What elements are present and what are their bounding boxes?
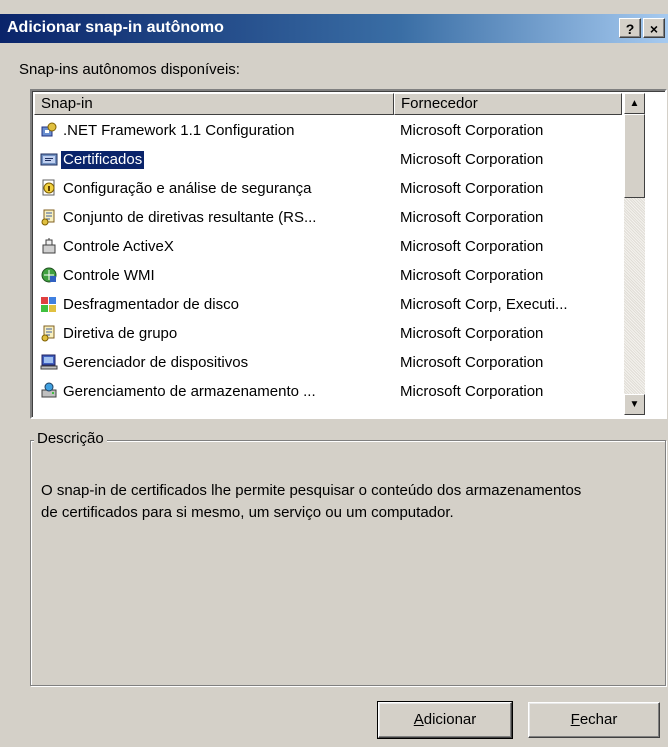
- activex-icon: [40, 237, 58, 255]
- arrow-up-icon: ▲: [629, 98, 640, 109]
- group-policy-icon: [40, 324, 58, 342]
- list-item[interactable]: Desfragmentador de disco Microsoft Corp, …: [34, 291, 622, 320]
- close-accel: F: [570, 711, 580, 728]
- add-label: dicionar: [423, 711, 477, 728]
- help-icon: ?: [625, 21, 635, 37]
- add-button[interactable]: Adicionar: [377, 701, 513, 739]
- list-item[interactable]: Gerenciador de dispositivos Microsoft Cor…: [34, 349, 622, 378]
- title-bar[interactable]: Adicionar snap-in autônomo ? ×: [0, 14, 668, 43]
- scroll-thumb[interactable]: [624, 114, 645, 198]
- storage-management-icon: [40, 382, 58, 400]
- snapin-name: .NET Framework 1.1 Configuration: [63, 122, 295, 139]
- snapin-vendor: Microsoft Corp, Executi...: [400, 296, 568, 313]
- snapin-name: Gerenciamento de armazenamento ...: [63, 383, 316, 400]
- arrow-down-icon: ▼: [629, 399, 640, 410]
- snapin-name: Gerenciador de dispositivos: [63, 354, 249, 371]
- snapin-name: Desfragmentador de disco: [63, 296, 239, 313]
- dotnet-config-icon: [40, 121, 58, 139]
- snapin-vendor: Microsoft Corporation: [400, 238, 544, 255]
- list-item[interactable]: .NET Framework 1.1 Configuration Microsof…: [34, 117, 622, 146]
- snapin-vendor: Microsoft Corporation: [400, 354, 544, 371]
- column-header-snapin[interactable]: Snap-in: [34, 93, 394, 115]
- snapin-vendor: Microsoft Corporation: [400, 180, 544, 197]
- certificates-icon: [40, 150, 58, 168]
- close-icon: ×: [649, 21, 659, 37]
- security-analysis-icon: [40, 179, 58, 197]
- snapin-vendor: Microsoft Corporation: [400, 151, 544, 168]
- add-standalone-snapin-dialog: Adicionar snap-in autônomo ? × Snap-ins …: [0, 0, 668, 747]
- snapin-name: Controle ActiveX: [63, 238, 174, 255]
- description-label: Descrição: [34, 430, 107, 447]
- snapin-vendor: Microsoft Corporation: [400, 383, 544, 400]
- help-button[interactable]: ?: [619, 18, 641, 38]
- snapin-vendor: Microsoft Corporation: [400, 209, 544, 226]
- window-title: Adicionar snap-in autônomo: [7, 19, 224, 36]
- list-item[interactable]: Controle WMI Microsoft Corporation: [34, 262, 622, 291]
- close-window-button[interactable]: ×: [643, 18, 665, 38]
- snapin-name: Diretiva de grupo: [63, 325, 178, 342]
- available-snapins-label: Snap-ins autônomos disponíveis:: [19, 61, 240, 78]
- snapin-name: Certificados: [59, 150, 146, 170]
- description-group: [30, 440, 666, 686]
- list-header: Snap-in Fornecedor: [34, 93, 622, 115]
- policy-scroll-icon: [40, 208, 58, 226]
- close-button[interactable]: Fechar: [528, 702, 660, 738]
- list-item[interactable]: Configuração e análise de segurança Micro…: [34, 175, 622, 204]
- close-label: echar: [579, 711, 618, 728]
- vertical-scrollbar[interactable]: ▲ ▼: [624, 93, 645, 415]
- snapin-vendor: Microsoft Corporation: [400, 267, 544, 284]
- snapin-list[interactable]: Snap-in Fornecedor .NET Framework 1.1 Co…: [30, 89, 667, 419]
- device-manager-icon: [40, 353, 58, 371]
- list-item[interactable]: Controle ActiveX Microsoft Corporation: [34, 233, 622, 262]
- list-item[interactable]: Gerenciamento de armazenamento ... Micros…: [34, 378, 622, 407]
- add-accel: A: [413, 711, 424, 728]
- wmi-icon: [40, 266, 58, 284]
- list-item[interactable]: Certificados Microsoft Corporation: [34, 146, 622, 175]
- list-rows: .NET Framework 1.1 Configuration Microsof…: [34, 117, 622, 407]
- snapin-vendor: Microsoft Corporation: [400, 325, 544, 342]
- snapin-name: Conjunto de diretivas resultante (RS...: [63, 209, 317, 226]
- snapin-name: Controle WMI: [63, 267, 155, 284]
- scroll-down-button[interactable]: ▼: [624, 394, 645, 415]
- scroll-up-button[interactable]: ▲: [624, 93, 645, 114]
- list-item[interactable]: Diretiva de grupo Microsoft Corporation: [34, 320, 622, 349]
- snapin-vendor: Microsoft Corporation: [400, 122, 544, 139]
- list-item[interactable]: Conjunto de diretivas resultante (RS... M…: [34, 204, 622, 233]
- description-text: O snap-in de certificados lhe permite pe…: [41, 482, 582, 521]
- column-header-vendor[interactable]: Fornecedor: [394, 93, 622, 115]
- snapin-name: Configuração e análise de segurança: [63, 180, 312, 197]
- defrag-icon: [40, 295, 58, 313]
